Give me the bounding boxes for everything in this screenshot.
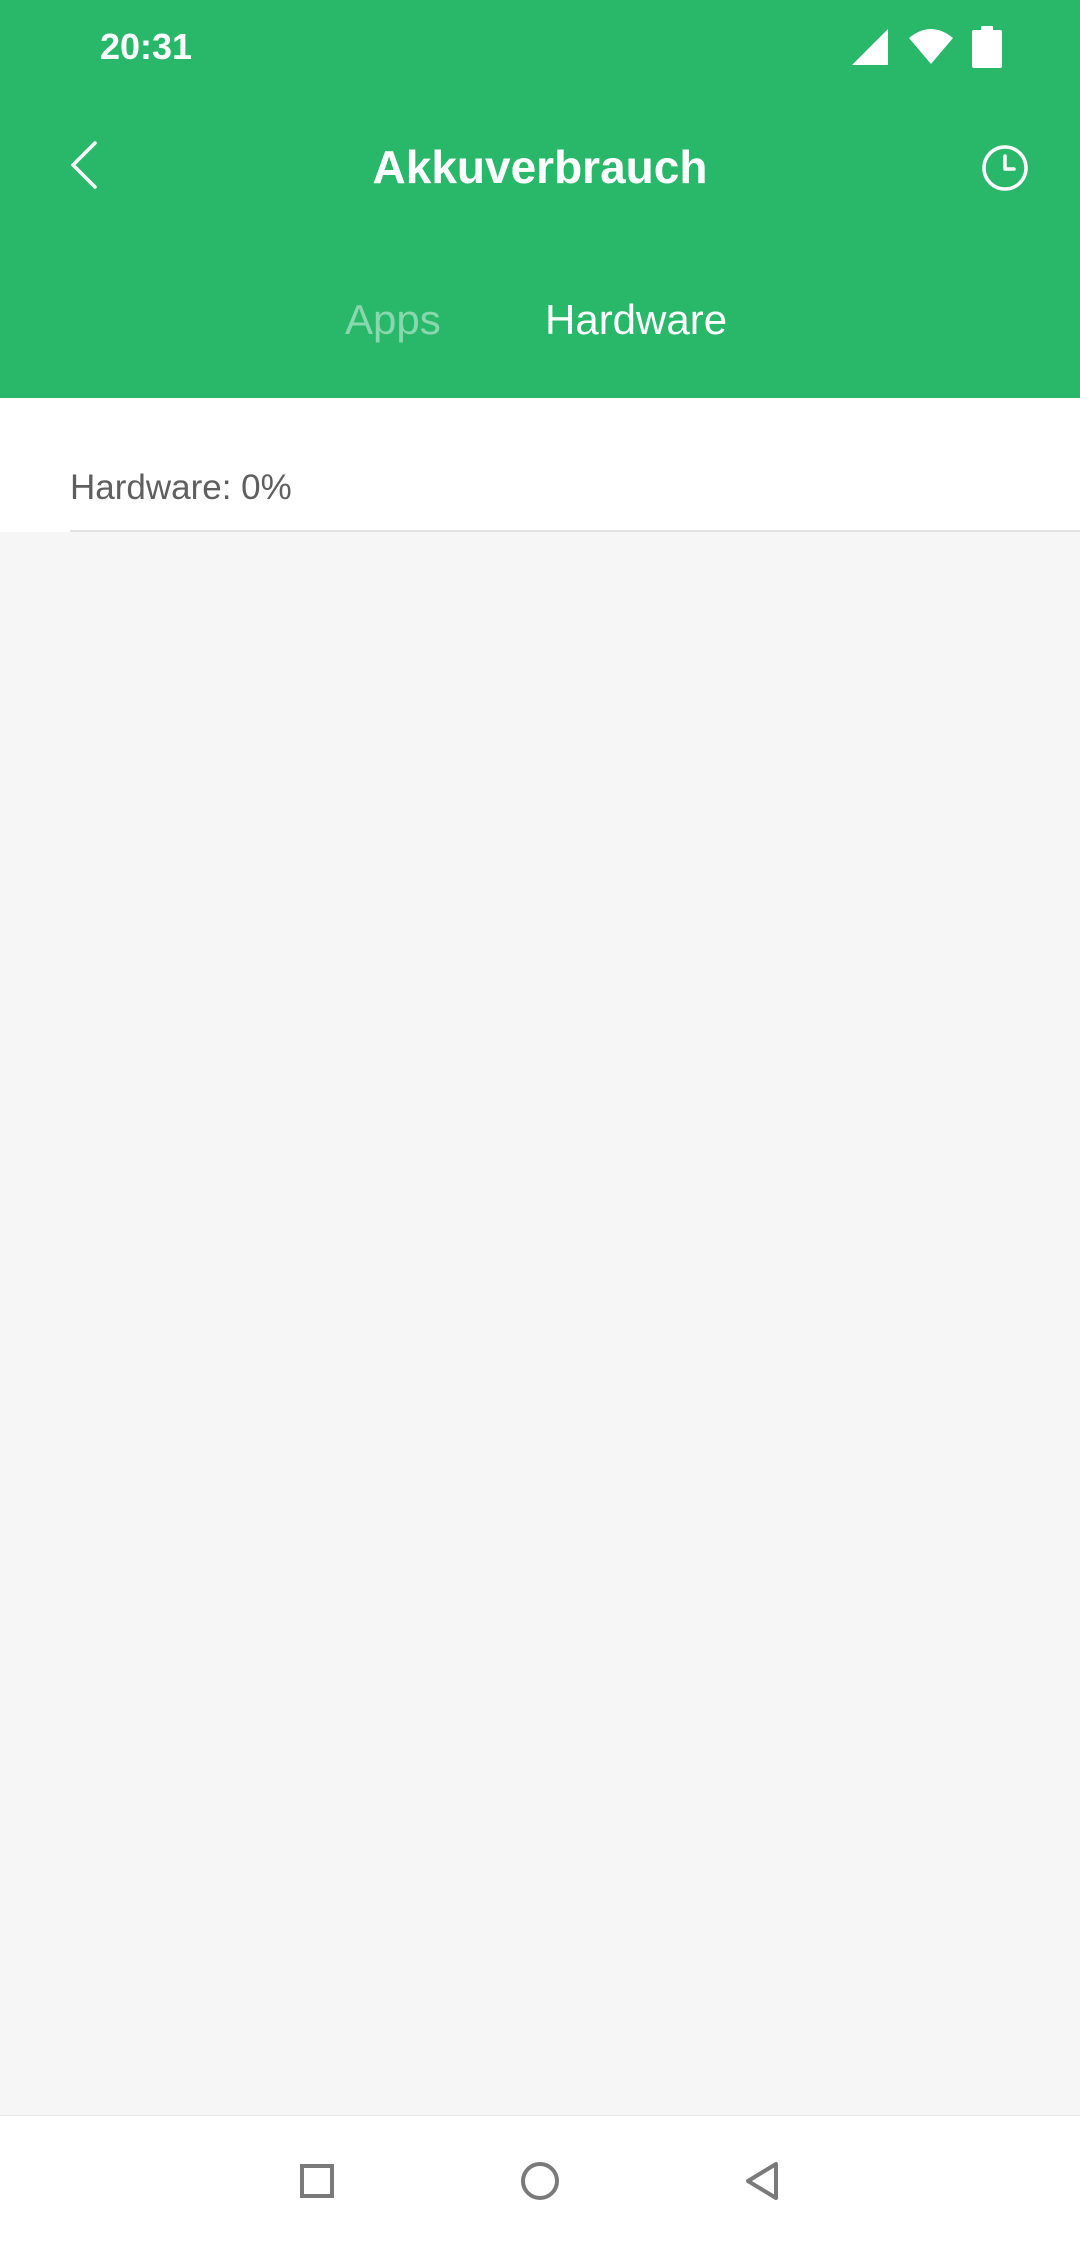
circle-icon [521, 2162, 559, 2200]
status-time: 20:31 [100, 26, 193, 67]
app-header: 20:31 Akkuverbrauch Apps Hardware [0, 0, 1080, 398]
hardware-summary-text: Hardware: 0% [70, 468, 292, 507]
hardware-summary-row: Hardware: 0% [0, 398, 1080, 532]
wifi-icon [909, 29, 953, 64]
status-icons [850, 22, 1002, 72]
system-nav-bar [0, 2115, 1080, 2246]
triangle-back-icon [746, 2162, 778, 2200]
page-title: Akkuverbrauch [372, 141, 708, 193]
battery-icon [972, 26, 1002, 68]
clock-icon [982, 145, 1028, 191]
history-button[interactable] [968, 136, 1042, 200]
tab-apps[interactable]: Apps [345, 296, 441, 344]
tab-hardware[interactable]: Hardware [545, 296, 727, 344]
content-area [0, 532, 1080, 2116]
home-button[interactable] [505, 2146, 575, 2216]
square-icon [300, 2164, 334, 2198]
nav-back-button[interactable] [727, 2146, 797, 2216]
signal-icon [852, 29, 888, 65]
recent-apps-button[interactable] [282, 2146, 352, 2216]
